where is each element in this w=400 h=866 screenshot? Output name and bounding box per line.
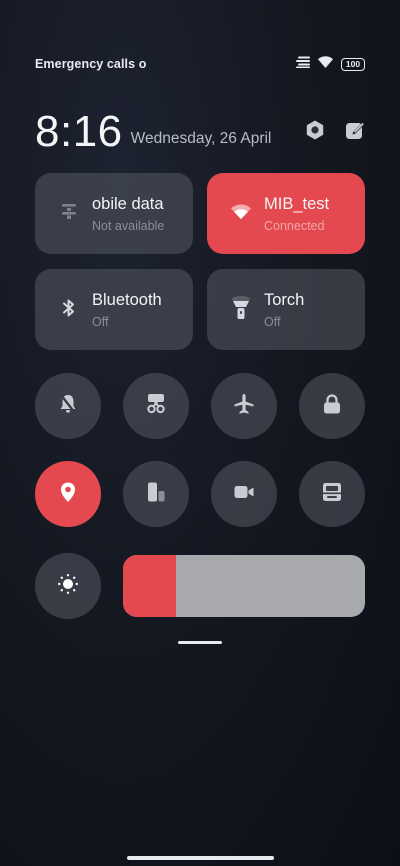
wifi-icon xyxy=(229,200,253,224)
mobile-data-icon xyxy=(57,200,81,224)
auto-brightness-toggle[interactable] xyxy=(35,553,101,619)
lock-screen-toggle[interactable] xyxy=(299,373,365,439)
split-screen-icon xyxy=(144,480,168,509)
bluetooth-icon xyxy=(57,296,81,320)
clock-date: Wednesday, 26 April xyxy=(130,130,272,147)
settings-icon[interactable] xyxy=(305,120,325,145)
mobile-data-tile[interactable]: obile data Not available xyxy=(35,173,193,254)
status-bar: Emergency calls o 100 xyxy=(35,54,365,74)
clock-actions xyxy=(305,120,365,145)
carrier-text: Emergency calls o xyxy=(35,57,147,71)
mobile-data-status: Not available xyxy=(92,219,165,233)
bluetooth-tile[interactable]: Bluetooth Off xyxy=(35,269,193,350)
home-gesture-bar[interactable] xyxy=(127,856,274,860)
reading-mode-toggle[interactable] xyxy=(299,461,365,527)
bluetooth-title: Bluetooth xyxy=(92,291,162,309)
battery-icon: 100 xyxy=(341,57,365,71)
torch-status: Off xyxy=(264,315,281,329)
clock-row: 8:16 Wednesday, 26 April xyxy=(35,104,365,154)
wifi-network-name: MIB_test xyxy=(264,195,330,213)
torch-title: Torch xyxy=(264,291,305,309)
edit-icon[interactable] xyxy=(345,120,365,145)
airplane-mode-toggle[interactable] xyxy=(211,373,277,439)
screenshot-icon xyxy=(144,392,168,421)
brightness-icon xyxy=(56,572,80,601)
battery-level: 100 xyxy=(345,58,361,69)
reading-mode-icon xyxy=(320,480,344,509)
wifi-tile[interactable]: MIB_test Connected xyxy=(207,173,365,254)
screenshot-toggle[interactable] xyxy=(123,373,189,439)
screen-recorder-toggle[interactable] xyxy=(211,461,277,527)
wifi-icon xyxy=(318,55,333,73)
torch-icon xyxy=(229,296,253,320)
lock-screen-icon xyxy=(320,392,344,421)
airplane-mode-icon xyxy=(232,392,256,421)
data-signal-icon xyxy=(296,55,310,73)
bluetooth-status: Off xyxy=(92,315,109,329)
brightness-slider-fill xyxy=(123,555,177,617)
location-icon xyxy=(56,480,80,509)
mobile-data-title: obile data xyxy=(92,195,164,213)
brightness-slider[interactable] xyxy=(123,555,365,617)
location-toggle[interactable] xyxy=(35,461,101,527)
screen-recorder-icon xyxy=(232,480,256,509)
silent-mode-icon xyxy=(56,392,80,421)
wifi-status: Connected xyxy=(264,219,325,233)
torch-tile[interactable]: Torch Off xyxy=(207,269,365,350)
silent-mode-toggle[interactable] xyxy=(35,373,101,439)
panel-drag-handle[interactable] xyxy=(178,641,222,644)
split-screen-toggle[interactable] xyxy=(123,461,189,527)
clock-time: 8:16 xyxy=(35,107,123,156)
status-icons: 100 xyxy=(296,55,365,73)
